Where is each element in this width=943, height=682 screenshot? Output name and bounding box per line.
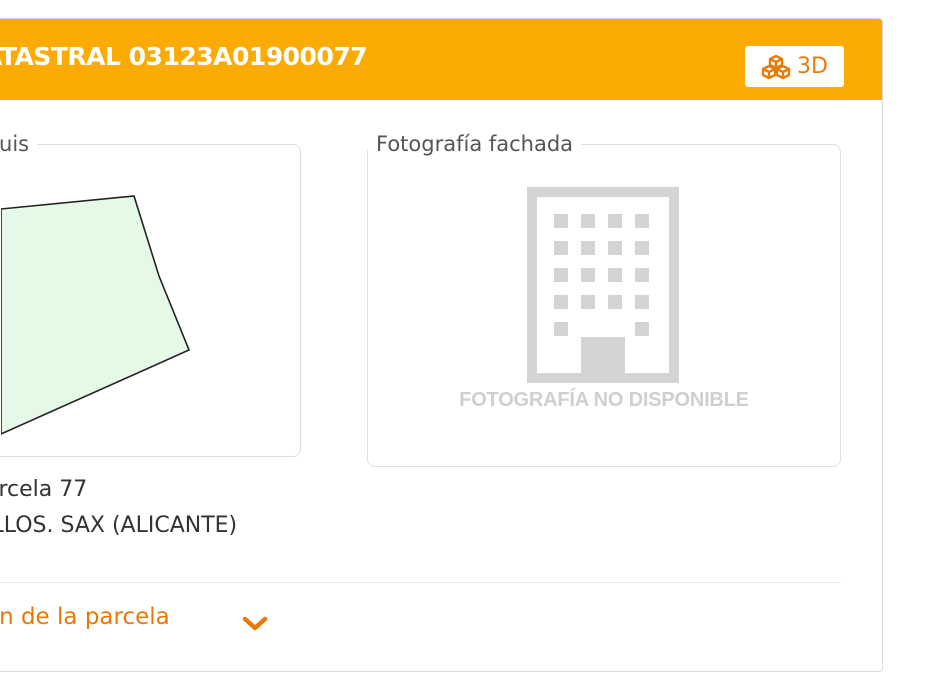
view-3d-button[interactable]: 3D [745, 46, 844, 87]
cubes-icon [761, 54, 791, 80]
parcel-sketch[interactable] [1, 169, 201, 439]
view-3d-label: 3D [797, 54, 828, 79]
building-icon [527, 187, 679, 383]
parcel-info-toggle[interactable]: ón de la parcela [0, 604, 170, 630]
photo-unavailable-text: FOTOGRAFÍA NO DISPONIBLE [459, 389, 749, 411]
address-line-2: ILLOS. SAX (ALICANTE) [0, 513, 238, 538]
facade-photo-legend: Fotografía fachada [376, 132, 574, 156]
croquis-legend: Croquis [0, 132, 30, 156]
panel-header: ATASTRAL 03123A01900077 3D [0, 19, 882, 100]
parcel-panel: ATASTRAL 03123A01900077 3D Croquis [0, 18, 883, 672]
page-title: ATASTRAL 03123A01900077 [0, 42, 368, 71]
address-line-1: arcela 77 [0, 477, 88, 502]
divider [1, 582, 841, 583]
chevron-down-icon[interactable] [241, 615, 269, 633]
parcel-polygon [1, 195, 191, 435]
